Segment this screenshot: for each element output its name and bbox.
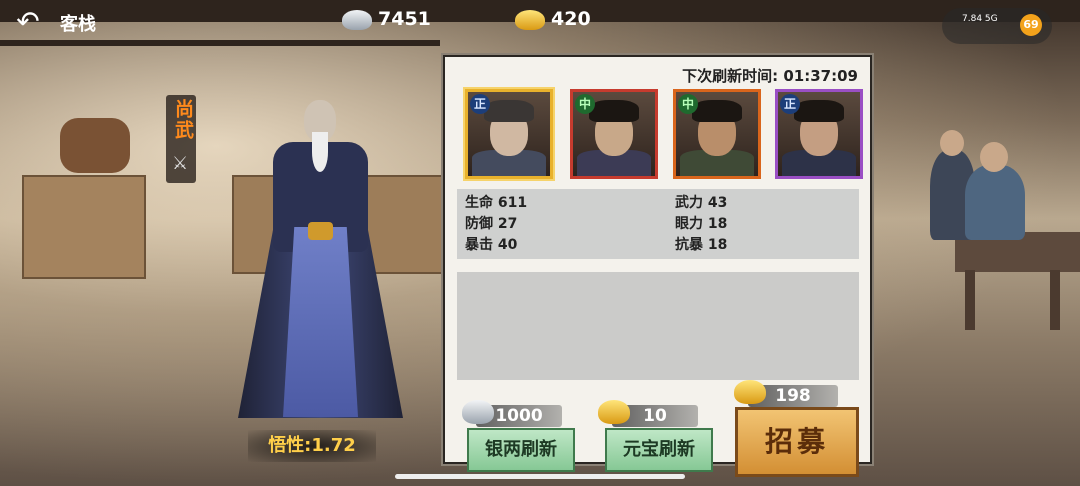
hero-portrait[interactable]: 正 — [465, 89, 553, 179]
refresh-timer: 下次刷新时间: 01:37:09 — [682, 65, 858, 86]
timer-label: 下次刷新时间: — [682, 67, 779, 85]
gold-ingot-icon — [515, 9, 545, 30]
silver-cost-value: 1000 — [495, 406, 543, 426]
recruit-cost-value: 198 — [775, 386, 811, 406]
wisdom-label: 悟性:1.72 — [248, 430, 376, 462]
alignment-badge: 正 — [470, 94, 490, 114]
gold-amount: 420 — [551, 8, 591, 30]
alignment-badge: 中 — [678, 94, 698, 114]
gold-ingot-icon — [734, 380, 766, 404]
ceiling-beam — [0, 40, 440, 46]
stat-defense: 防御 27 — [465, 216, 518, 232]
stat-attack: 武力 43 — [675, 195, 728, 211]
stat-hp: 生命 611 — [465, 195, 528, 211]
battery-badge: 69 — [1020, 14, 1042, 36]
npc-name: 尚武 — [172, 99, 194, 141]
hero-figure[interactable] — [228, 82, 413, 432]
hero-portrait[interactable]: 中 — [570, 89, 658, 179]
gold-ingot-icon — [598, 400, 630, 424]
silver-ingot-icon — [462, 400, 494, 424]
alignment-badge: 正 — [780, 94, 800, 114]
hero-belt — [308, 222, 333, 240]
top-bar: ↶ 客栈 7451 420 7.84 5G 69 — [0, 0, 1080, 44]
recruit-cost: 198 — [734, 380, 838, 407]
hero-robe — [283, 227, 358, 417]
sword-icon: ⚔ — [172, 153, 189, 174]
portrait-hair — [692, 100, 742, 122]
silver-amount: 7451 — [378, 8, 431, 30]
table-leg — [965, 270, 975, 330]
silver-refresh-button[interactable]: 银两刷新 — [467, 428, 575, 472]
description-box — [457, 272, 859, 380]
page-title: 客栈 — [60, 14, 96, 35]
gold-cost-value: 10 — [643, 406, 667, 426]
silver-ingot-icon — [342, 9, 372, 30]
patron-head — [980, 142, 1008, 172]
gold-counter: 420 — [515, 6, 591, 32]
portrait-hair — [794, 100, 844, 122]
stat-crit: 暴击 40 — [465, 237, 518, 253]
home-indicator[interactable] — [395, 474, 685, 479]
patron-head — [940, 130, 964, 156]
stats-box: 生命 611 防御 27 暴击 40 武力 43 眼力 18 抗暴 18 — [457, 189, 859, 259]
hero-portrait[interactable]: 中 — [673, 89, 761, 179]
stat-eyesight: 眼力 18 — [675, 216, 728, 232]
table-leg — [1050, 270, 1060, 330]
back-arrow-icon[interactable]: ↶ — [6, 5, 50, 39]
status-widget: 7.84 5G 69 — [942, 8, 1052, 44]
gold-cost: 10 — [598, 400, 698, 427]
hero-beard — [312, 132, 328, 172]
npc-name-tag[interactable]: 尚武 ⚔ — [166, 95, 196, 183]
silver-counter: 7451 — [342, 6, 431, 32]
hero-portrait[interactable]: 正 — [775, 89, 863, 179]
alignment-badge: 中 — [575, 94, 595, 114]
portrait-hair — [484, 100, 534, 122]
signal-text: 7.84 5G — [962, 14, 998, 24]
gold-refresh-button[interactable]: 元宝刷新 — [605, 428, 713, 472]
counter — [22, 175, 146, 279]
stat-anticrit: 抗暴 18 — [675, 237, 728, 253]
tavern-patron — [965, 165, 1025, 240]
recruit-button[interactable]: 招募 — [735, 407, 859, 477]
timer-value: 01:37:09 — [783, 67, 858, 85]
barrel — [60, 118, 130, 173]
silver-cost: 1000 — [462, 400, 562, 427]
portrait-hair — [589, 100, 639, 122]
